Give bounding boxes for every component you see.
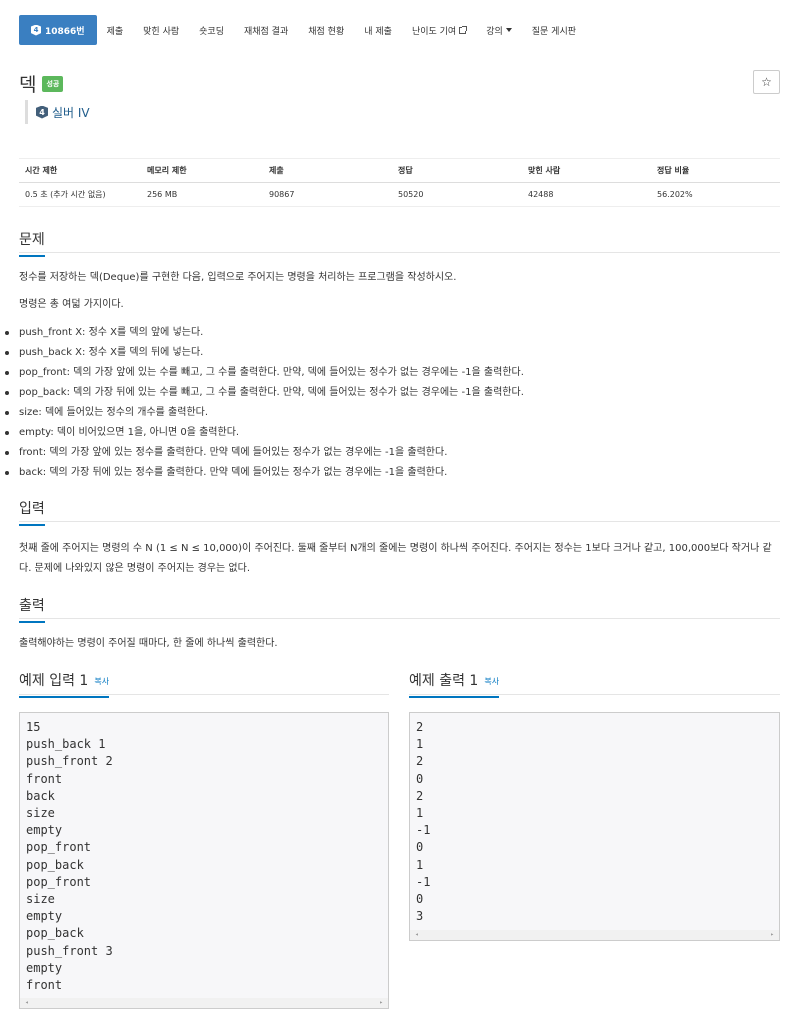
list-item: pop_front: 덱의 가장 앞에 있는 수를 빼고, 그 수를 출력한다.… [5,363,780,383]
copy-output-button[interactable]: 복사 [484,677,499,686]
sample-input-box[interactable]: 15 push_back 1 push_front 2 front back s… [19,712,389,1009]
horizontal-scrollbar[interactable]: ◂ ▸ [410,930,779,940]
silver-tier-icon: 4 [36,105,48,119]
header-solved-users: 맞힌 사람 [522,158,651,183]
problem-title: 덱 [19,74,37,96]
tab-qna[interactable]: 질문 게시판 [522,15,586,45]
horizontal-scrollbar[interactable]: ◂ ▸ [20,998,388,1008]
divider [19,252,780,253]
description-text: 명령은 총 여덟 가지이다. [19,299,124,310]
list-item: push_front X: 정수 X를 덱의 앞에 넣는다. [5,323,780,343]
status-badge: 성공 [42,75,64,92]
command-list: push_front X: 정수 X를 덱의 앞에 넣는다. push_back… [5,323,780,483]
list-item: back: 덱의 가장 뒤에 있는 정수를 출력한다. 만약 덱에 들어있는 정… [5,463,780,483]
header-submissions: 제출 [263,158,392,183]
table-row: 0.5 초 (추가 시간 없음) 256 MB 90867 50520 4248… [19,182,780,207]
problem-nav: 4 10866번 제출 맞힌 사람 숏코딩 재채점 결과 채점 현황 내 제출 … [19,15,586,45]
tab-lecture[interactable]: 강의 [476,15,522,45]
tab-short-coding[interactable]: 숏코딩 [189,15,234,45]
header-accepted: 정답 [392,158,522,183]
sample-input-title: 예제 입력 1 [19,673,89,689]
divider [19,694,389,695]
sample-input-heading: 예제 입력 1 복사 [19,670,110,698]
sample-input-text: 15 push_back 1 push_front 2 front back s… [26,720,113,993]
scroll-left-icon[interactable]: ◂ [25,994,29,1008]
tab-problem[interactable]: 4 10866번 [19,15,97,45]
sample-output-text: 2 1 2 0 2 1 -1 0 1 -1 0 3 [416,720,431,924]
sample-output-heading: 예제 출력 1 복사 [409,670,500,698]
list-item: push_back X: 정수 X를 덱의 뒤에 넣는다. [5,343,780,363]
table-header-row: 시간 제한 메모리 제한 제출 정답 맞힌 사람 정답 비율 [19,158,780,183]
scroll-left-icon[interactable]: ◂ [415,926,419,940]
external-link-icon [459,25,468,34]
tab-lecture-label: 강의 [486,26,503,37]
list-item: empty: 덱이 비어있으면 1을, 아니면 0을 출력한다. [5,423,780,443]
value-memory-limit: 256 MB [141,182,263,207]
value-accepted: 50520 [392,182,522,207]
list-item: front: 덱의 가장 앞에 있는 정수를 출력한다. 만약 덱에 들어있는 … [5,443,780,463]
tier-text: 실버 IV [52,105,90,120]
problem-title-row: 덱 성공 [19,70,64,97]
list-item: pop_back: 덱의 가장 뒤에 있는 수를 빼고, 그 수를 출력한다. … [5,383,780,403]
scroll-right-icon[interactable]: ▸ [379,994,383,1008]
tab-submit[interactable]: 제출 [97,15,134,45]
description-text: 정수를 저장하는 덱(Deque)를 구현한 다음, 입력으로 주어지는 명령을… [19,272,457,283]
sample-output-title: 예제 출력 1 [409,673,479,689]
output-description: 출력해야하는 명령이 주어질 때마다, 한 줄에 하나씩 출력한다. [19,638,278,649]
divider [19,618,780,619]
header-memory-limit: 메모리 제한 [141,158,263,183]
tab-contribute[interactable]: 난이도 기여 [402,15,476,45]
list-item: size: 덱에 들어있는 정수의 개수를 출력한다. [5,403,780,423]
value-time-limit: 0.5 초 (추가 시간 없음) [19,182,141,207]
problem-info-table: 시간 제한 메모리 제한 제출 정답 맞힌 사람 정답 비율 0.5 초 (추가… [19,158,780,207]
divider [409,694,780,695]
tab-rejudge[interactable]: 재채점 결과 [234,15,298,45]
value-submissions: 90867 [263,182,392,207]
star-icon: ☆ [761,75,772,89]
tier-icon: 4 [31,24,41,36]
tab-my-submissions[interactable]: 내 제출 [354,15,402,45]
sample-output-box[interactable]: 2 1 2 0 2 1 -1 0 1 -1 0 3 ◂ ▸ [409,712,780,941]
copy-input-button[interactable]: 복사 [94,677,109,686]
tier-label[interactable]: 4 실버 IV [25,100,90,124]
star-button[interactable]: ☆ [753,70,780,94]
header-time-limit: 시간 제한 [19,158,141,183]
value-solved-users: 42488 [522,182,651,207]
divider [19,521,780,522]
input-description: 첫째 줄에 주어지는 명령의 수 N (1 ≤ N ≤ 10,000)이 주어진… [19,543,772,574]
tab-status[interactable]: 채점 현황 [298,15,354,45]
scroll-right-icon[interactable]: ▸ [770,926,774,940]
tab-solved-users[interactable]: 맞힌 사람 [133,15,189,45]
header-accept-ratio: 정답 비율 [651,158,780,183]
caret-down-icon [505,28,512,32]
tab-contribute-label: 난이도 기여 [411,26,457,37]
tab-problem-label: 10866번 [45,26,85,37]
value-accept-ratio: 56.202% [651,182,780,207]
